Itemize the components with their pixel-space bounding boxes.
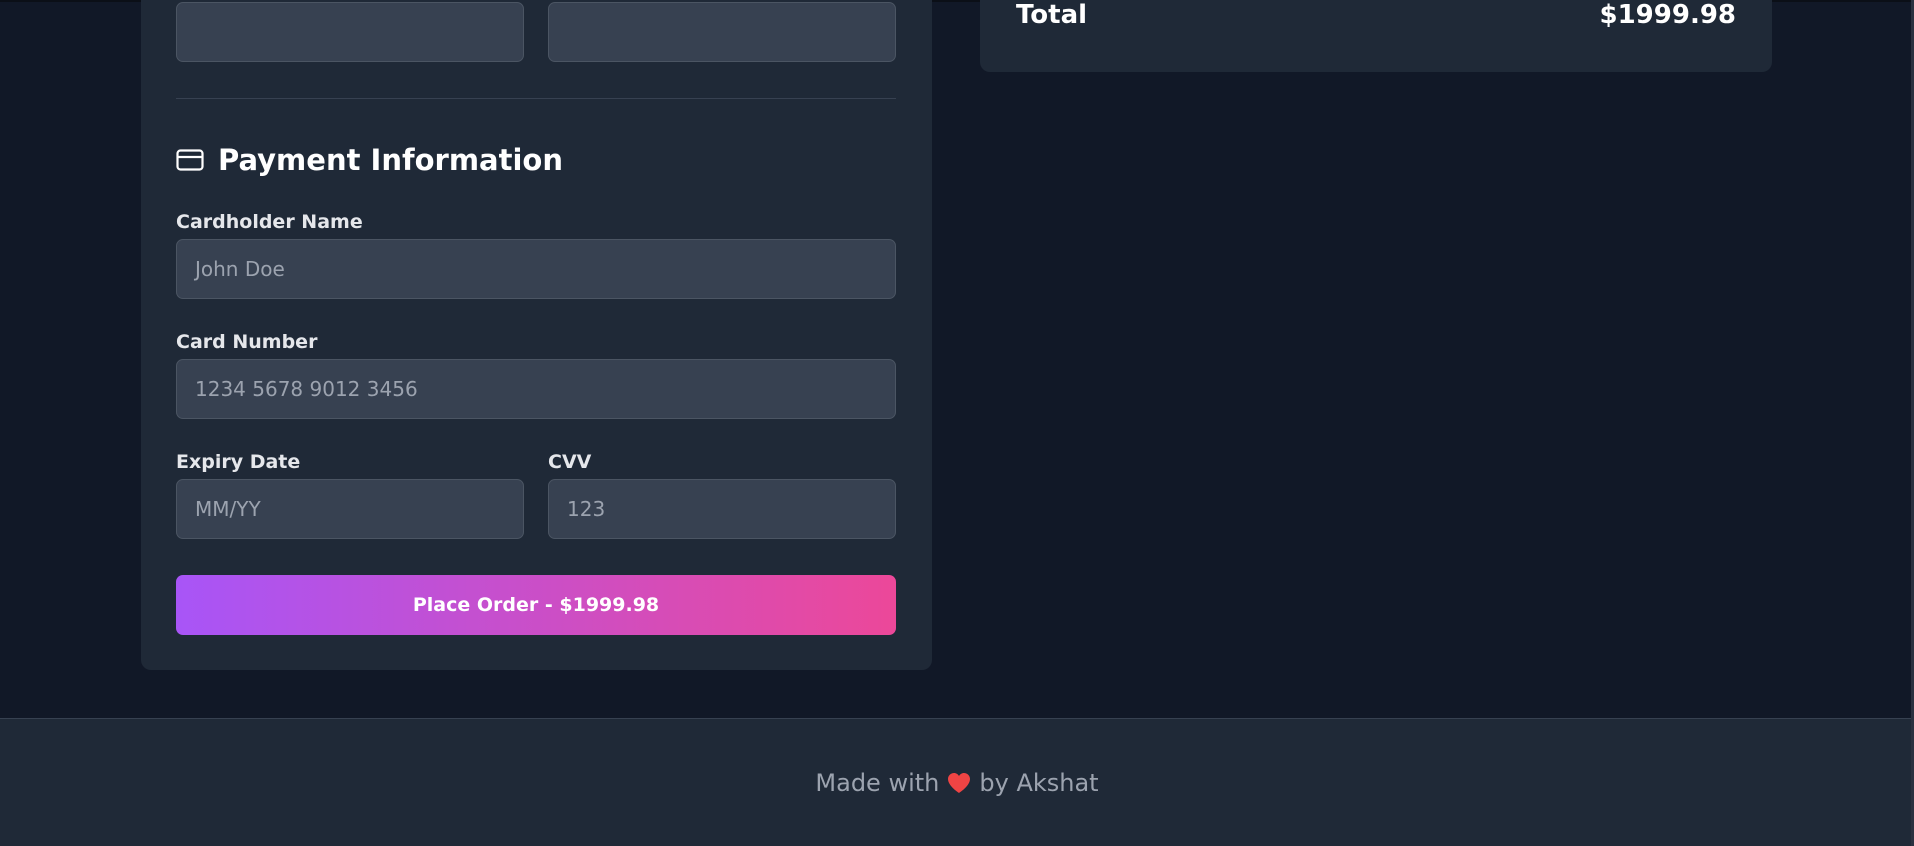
footer-made-with: Made with — [815, 768, 940, 797]
payment-section-title: Payment Information — [176, 140, 563, 180]
cardholder-label: Cardholder Name — [176, 211, 363, 233]
expiry-date-input[interactable]: MM/YY — [176, 479, 524, 539]
footer-author: by Akshat — [979, 768, 1099, 797]
place-order-button[interactable]: Place Order - $1999.98 — [176, 575, 896, 635]
expiry-date-label: Expiry Date — [176, 451, 301, 473]
shipping-field-right[interactable] — [548, 2, 896, 62]
footer-credit: Made with by Akshat — [815, 769, 1098, 797]
footer: Made with by Akshat — [0, 718, 1914, 846]
card-number-label: Card Number — [176, 331, 318, 353]
credit-card-icon — [176, 149, 204, 171]
cvv-label: CVV — [548, 451, 592, 473]
payment-title-text: Payment Information — [218, 143, 563, 177]
cvv-input[interactable]: 123 — [548, 479, 896, 539]
cardholder-name-input[interactable]: John Doe — [176, 239, 896, 299]
total-label: Total — [1016, 0, 1088, 30]
checkout-page: Payment Information Cardholder Name John… — [0, 0, 1914, 846]
total-value: $1999.98 — [1599, 0, 1736, 30]
section-divider — [176, 98, 896, 99]
heart-icon — [948, 772, 971, 793]
card-number-input[interactable]: 1234 5678 9012 3456 — [176, 359, 896, 419]
shipping-field-left[interactable] — [176, 2, 524, 62]
